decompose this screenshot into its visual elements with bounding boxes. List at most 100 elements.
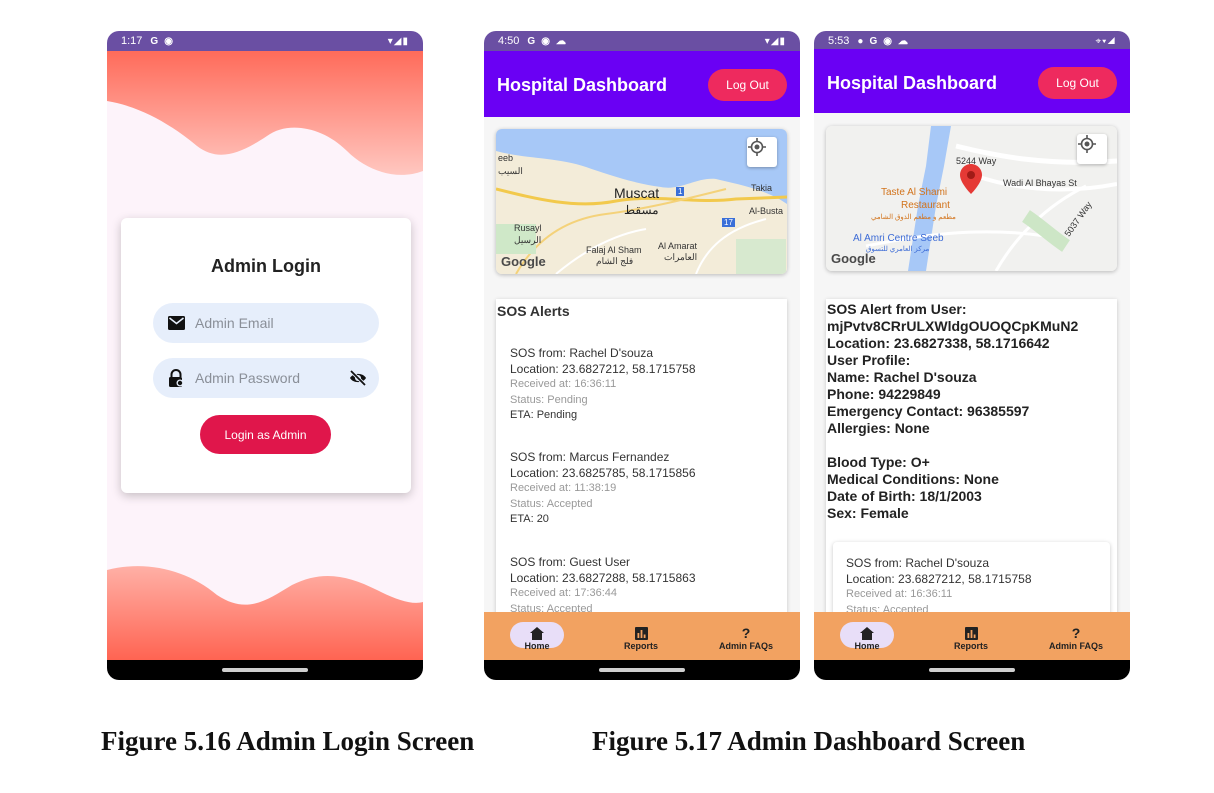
- bottom-navigation: Home Reports ? Admin FAQs: [484, 612, 800, 660]
- nav-admin-faqs[interactable]: ? Admin FAQs: [716, 625, 776, 651]
- map-view[interactable]: 5244 Way Wadi Al Bhayas St Taste Al Sham…: [826, 126, 1117, 271]
- sync-status-icon: ◉: [541, 35, 550, 47]
- nav-reports[interactable]: Reports: [611, 626, 671, 651]
- sos-detail-card: SOS Alert from User: mjPvtv8CRrULXWldgOU…: [826, 299, 1117, 619]
- sos-location: Location: 23.6827212, 58.1715758: [510, 361, 696, 376]
- nav-home-label: Home: [854, 641, 880, 651]
- nav-admin-faqs[interactable]: ? Admin FAQs: [1046, 625, 1106, 651]
- google-status-icon: G: [869, 35, 878, 47]
- crosshair-icon: [748, 138, 766, 156]
- route-marker: 17: [722, 218, 735, 227]
- visibility-off-icon[interactable]: [349, 369, 367, 387]
- login-title: Admin Login: [211, 256, 321, 276]
- logout-button[interactable]: Log Out: [708, 69, 787, 101]
- home-gesture-pill[interactable]: [599, 668, 685, 672]
- status-bar: 4:50 G ◉ ☁ ▾◢▮: [484, 31, 800, 51]
- nav-home[interactable]: Home: [837, 622, 897, 651]
- map-label: Al-Busta: [749, 206, 784, 216]
- email-placeholder: Admin Email: [195, 315, 274, 331]
- login-card: Admin Login Admin Email Admin Password L…: [121, 218, 411, 493]
- detail-sex: Sex: Female: [827, 505, 909, 521]
- detail-date-of-birth: Date of Birth: 18/1/2003: [827, 488, 982, 504]
- detail-name: Name: Rachel D'souza: [827, 369, 977, 385]
- sos-from: SOS from: Rachel D'souza: [846, 556, 990, 570]
- sos-received: Received at: 16:36:11: [846, 588, 953, 600]
- sos-location: Location: 23.6827212, 58.1715758: [846, 571, 1032, 586]
- sos-eta: ETA: 20: [510, 513, 549, 525]
- nav-reports-label: Reports: [623, 641, 658, 651]
- password-placeholder: Admin Password: [195, 370, 301, 386]
- google-status-icon: G: [150, 35, 159, 47]
- map-label-city: Muscat: [614, 185, 660, 201]
- lock-icon: [167, 368, 185, 387]
- sos-eta: ETA: Pending: [510, 409, 578, 421]
- map-label: Takia: [751, 183, 773, 193]
- admin-login-phone: 1:17 G ◉ ▾◢▮ Admin Login Admin Email Adm…: [107, 31, 423, 680]
- sos-alerts-title: SOS Alerts: [497, 303, 570, 319]
- logout-button[interactable]: Log Out: [1038, 67, 1117, 99]
- figure-caption-right: Figure 5.17 Admin Dashboard Screen: [592, 726, 1026, 756]
- status-time: 1:17: [121, 35, 143, 47]
- status-time: 5:53: [828, 35, 850, 47]
- app-bar: Hospital Dashboard Log Out: [814, 49, 1130, 113]
- sos-alert-item[interactable]: SOS from: Rachel D'souza Location: 23.68…: [833, 542, 1110, 619]
- map-brand: Google: [831, 251, 876, 266]
- status-bar: 5:53 ● G ◉ ☁ ⌖▾◢: [814, 31, 1130, 51]
- detail-user-id: mjPvtv8CRrULXWldgOUOQCpKMuN2: [827, 318, 1079, 334]
- map-label: العامرات: [664, 252, 698, 262]
- question-mark-icon: ?: [1071, 625, 1081, 641]
- home-icon: [837, 626, 897, 640]
- home-gesture-pill[interactable]: [929, 668, 1015, 672]
- detail-location: Location: 23.6827338, 58.1716642: [827, 335, 1050, 351]
- map-label-poi-arabic: مطعم و مطعم الذوق الشامي: [871, 214, 956, 221]
- top-wave-decoration: [107, 51, 423, 175]
- sos-alert-item[interactable]: SOS from: Guest User Location: 23.682728…: [510, 555, 780, 617]
- sos-alert-item[interactable]: SOS from: Marcus Fernandez Location: 23.…: [510, 450, 780, 528]
- map-label-poi: Taste Al Shami: [881, 187, 948, 198]
- sos-from: SOS from: Marcus Fernandez: [510, 450, 670, 464]
- admin-password-field[interactable]: Admin Password: [153, 358, 379, 398]
- admin-email-field[interactable]: Admin Email: [153, 303, 379, 343]
- map-brand: Google: [501, 254, 546, 269]
- map-label: الرسيل: [514, 235, 542, 245]
- detail-profile-heading: User Profile:: [827, 352, 911, 368]
- map-view[interactable]: eeb السيب Muscat مسقط Takia Al-Busta Rus…: [496, 129, 787, 274]
- detail-emergency-contact: Emergency Contact: 96385597: [827, 403, 1030, 419]
- system-nav-bar: [484, 660, 800, 680]
- sos-from: SOS from: Guest User: [510, 555, 631, 569]
- nav-faqs-label: Admin FAQs: [1048, 641, 1103, 651]
- cloud-status-icon: ☁: [555, 35, 566, 47]
- sos-received: Received at: 11:38:19: [510, 482, 617, 494]
- sos-location: Location: 23.6825785, 58.1715856: [510, 465, 696, 480]
- home-gesture-pill[interactable]: [222, 668, 308, 672]
- wifi-signal-battery-icon: ▾◢▮: [764, 35, 786, 47]
- nav-reports[interactable]: Reports: [941, 626, 1001, 651]
- my-location-button[interactable]: [747, 137, 777, 167]
- figure-caption-left: Figure 5.16 Admin Login Screen: [101, 726, 475, 756]
- dashboard-phone: 4:50 G ◉ ☁ ▾◢▮ Hospital Dashboard Log Ou…: [484, 31, 800, 680]
- nav-home[interactable]: Home: [507, 622, 567, 651]
- sos-status: Status: Accepted: [510, 497, 593, 510]
- map-label-city-arabic: مسقط: [624, 203, 659, 217]
- login-as-admin-button[interactable]: Login as Admin: [200, 415, 331, 454]
- detail-blood-type: Blood Type: O+: [827, 454, 930, 470]
- status-bar: 1:17 G ◉ ▾◢▮: [107, 31, 423, 51]
- map-label: Al Amarat: [658, 241, 698, 251]
- map-pin-icon[interactable]: [960, 164, 982, 194]
- sos-alert-item[interactable]: SOS from: Rachel D'souza Location: 23.68…: [510, 346, 780, 424]
- my-location-button[interactable]: [1077, 134, 1107, 164]
- sos-received: Received at: 16:36:11: [510, 378, 617, 390]
- detail-heading: SOS Alert from User:: [827, 301, 967, 317]
- status-time: 4:50: [498, 35, 520, 47]
- map-label: Rusayl: [514, 223, 542, 233]
- crosshair-icon: [1078, 135, 1096, 153]
- map-label: فلج الشام: [596, 256, 634, 266]
- bar-chart-icon: [941, 626, 1001, 640]
- dashboard-detail-phone: 5:53 ● G ◉ ☁ ⌖▾◢ Hospital Dashboard Log …: [814, 31, 1130, 680]
- google-status-icon: G: [527, 35, 536, 47]
- map-label-poi: Al Amri Centre Seeb: [853, 233, 944, 244]
- sos-alert-content: SOS from: Rachel D'souza Location: 23.68…: [846, 556, 1106, 618]
- system-nav-bar: [107, 660, 423, 680]
- map-label: السيب: [498, 166, 523, 176]
- nav-home-label: Home: [524, 641, 550, 651]
